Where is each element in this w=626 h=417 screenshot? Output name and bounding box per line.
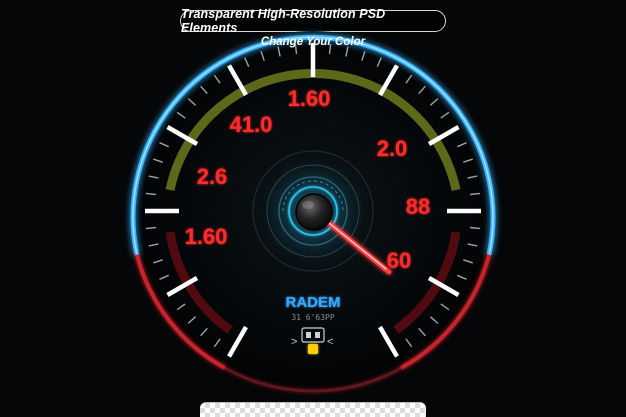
sub-brand-text: 31 6'63PP [291, 313, 335, 322]
change-color-text: Change Your Color [260, 36, 366, 48]
scale-label-upper-right: 2.0 [377, 136, 408, 161]
scale-label-top: 1.60 [288, 86, 331, 111]
transparency-preview-tab [200, 402, 426, 417]
scale-label-upper-left: 41.0 [230, 112, 273, 137]
scale-label-lower-left: 1.60 [185, 224, 228, 249]
svg-text:<: < [327, 336, 333, 348]
scale-label-lower-right: 60 [387, 248, 411, 273]
center-hub-icon [295, 193, 333, 231]
svg-text:>: > [291, 336, 297, 348]
speedometer-gauge: 1.60 41.0 2.0 2.6 88 1.60 60 RADEM 31 6'… [130, 31, 496, 393]
brand-text: RADEM [286, 294, 341, 311]
scale-label-left: 2.6 [197, 164, 228, 189]
scale-label-right: 88 [406, 194, 430, 219]
